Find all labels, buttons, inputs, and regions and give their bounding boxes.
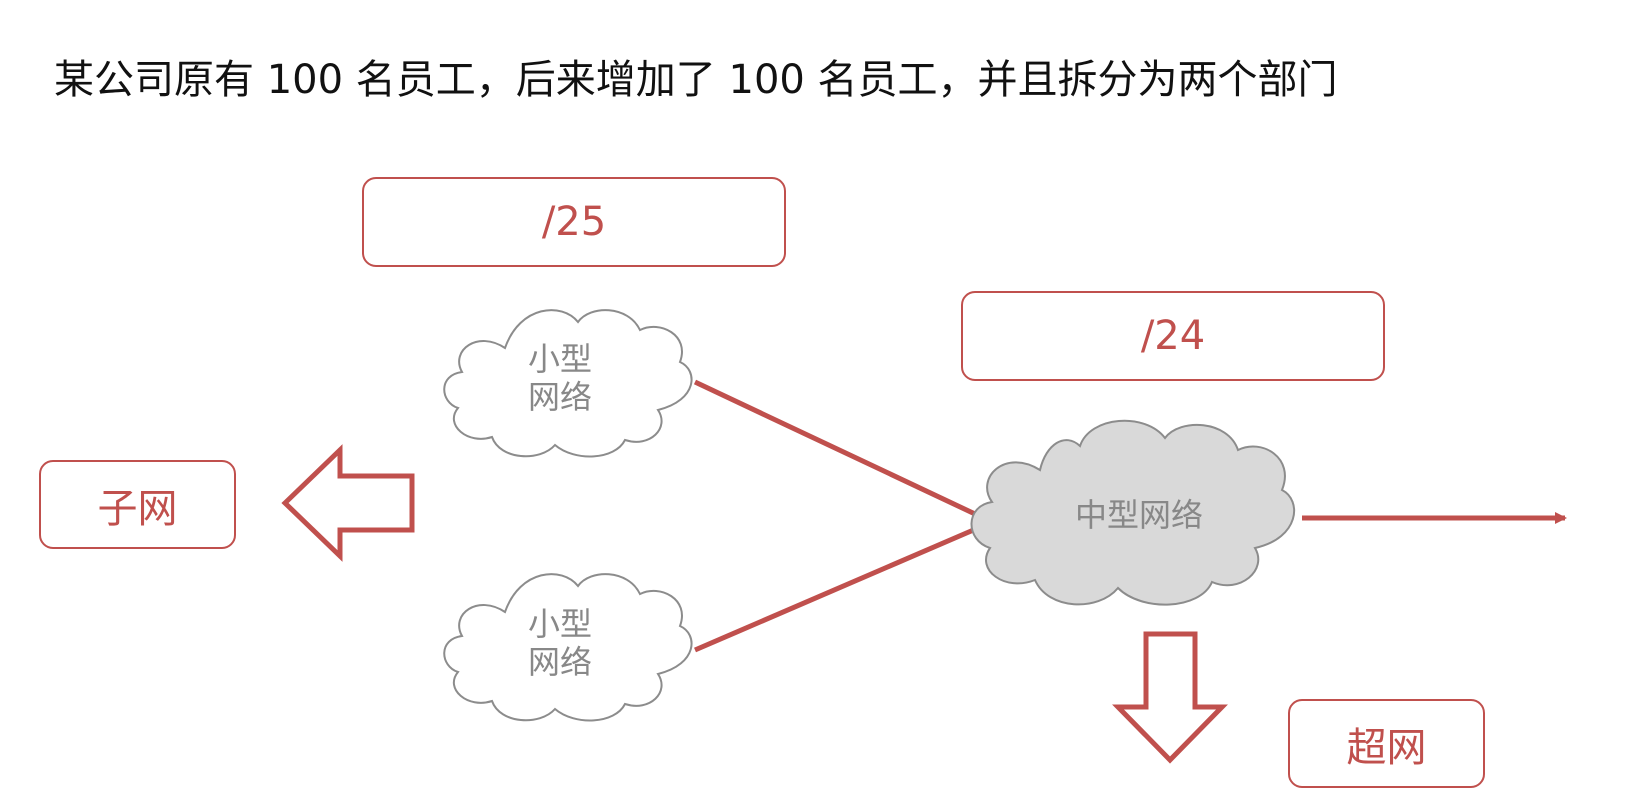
medium-network-label: 中型网络	[1074, 496, 1203, 534]
hollow-down-arrow-icon	[1112, 631, 1228, 764]
small-network-label-top-line2: 网络	[527, 378, 592, 417]
connector-bottom-small-to-medium	[694, 519, 994, 653]
network-diagram	[281, 309, 1567, 764]
small-network-label-bottom-line2: 网络	[527, 643, 592, 682]
small-network-label-bottom: 小型 网络	[510, 605, 610, 682]
connector-top-small-to-medium	[693, 379, 994, 525]
small-network-label-top-line1: 小型	[527, 340, 592, 378]
small-network-label-top: 小型 网络	[510, 340, 610, 417]
small-network-label-bottom-line1: 小型	[527, 605, 592, 643]
hollow-left-arrow-icon	[281, 444, 415, 562]
